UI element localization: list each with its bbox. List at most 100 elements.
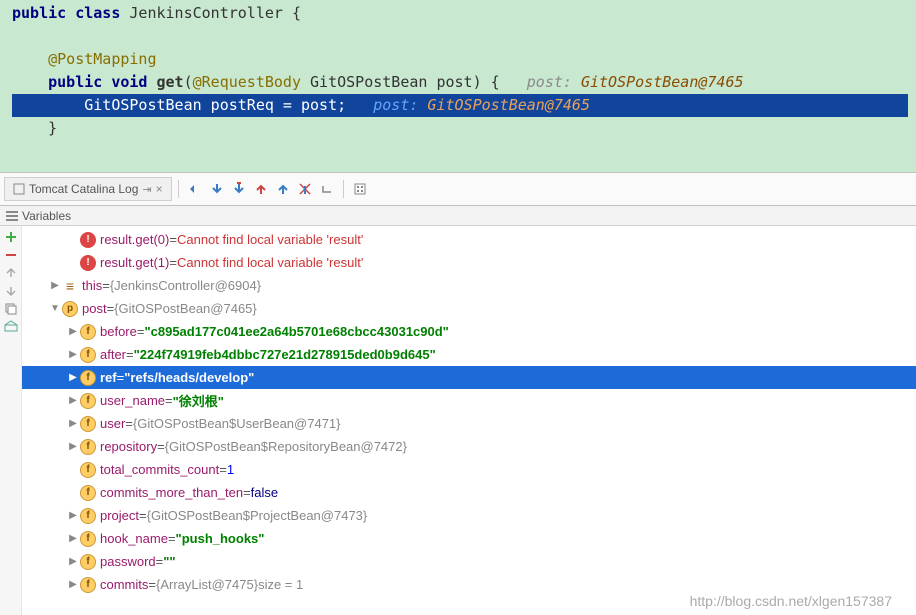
inspect-icon[interactable] xyxy=(4,320,18,334)
expand-arrow[interactable]: ▶ xyxy=(66,533,80,544)
move-up-icon[interactable] xyxy=(4,266,18,280)
variable-value: "徐刘根" xyxy=(173,391,224,410)
expand-arrow[interactable]: ▶ xyxy=(66,418,80,429)
variables-body: !result.get(0) = Cannot find local varia… xyxy=(0,226,916,615)
tomcat-icon xyxy=(13,183,25,195)
variable-value: {GitOSPostBean$RepositoryBean@7472} xyxy=(165,439,407,454)
remove-watch-icon[interactable] xyxy=(4,248,18,262)
variable-value: "224f74919feb4dbbc727e21d278915ded0b9d64… xyxy=(134,347,436,362)
variable-value: 1 xyxy=(227,462,234,477)
variable-row[interactable]: ftotal_commits_count = 1 xyxy=(22,458,916,481)
variables-tree[interactable]: !result.get(0) = Cannot find local varia… xyxy=(22,226,916,615)
p-badge-icon: p xyxy=(62,301,78,317)
expand-arrow[interactable]: ▶ xyxy=(66,395,80,406)
run-to-cursor-button[interactable] xyxy=(273,179,293,199)
variable-name: hook_name xyxy=(100,531,168,546)
step-into-button[interactable] xyxy=(207,179,227,199)
variable-name: after xyxy=(100,347,126,362)
code-line[interactable]: GitOSPostBean postReq = post; post: GitO… xyxy=(12,94,908,117)
f-badge-icon: f xyxy=(80,393,96,409)
f-badge-icon: f xyxy=(80,508,96,524)
f-badge-icon: f xyxy=(80,531,96,547)
err-badge-icon: ! xyxy=(80,255,96,271)
f-badge-icon: f xyxy=(80,577,96,593)
variable-row[interactable]: fcommits_more_than_ten = false xyxy=(22,481,916,504)
f-badge-icon: f xyxy=(80,485,96,501)
variable-value: "c895ad177c041ee2a64b5701e68cbcc43031c90… xyxy=(144,324,448,339)
pin-icon[interactable]: ⇥ xyxy=(142,183,151,196)
settings-button[interactable] xyxy=(350,179,370,199)
variable-value: Cannot find local variable 'result' xyxy=(177,232,363,247)
variable-row[interactable]: ▶frepository = {GitOSPostBean$Repository… xyxy=(22,435,916,458)
variable-row[interactable]: ▼ppost = {GitOSPostBean@7465} xyxy=(22,297,916,320)
variable-value: Cannot find local variable 'result' xyxy=(177,255,363,270)
variable-name: ref xyxy=(100,370,117,385)
variable-value: "push_hooks" xyxy=(176,531,265,546)
variable-value: {JenkinsController@6904} xyxy=(110,278,261,293)
variable-value: {GitOSPostBean$ProjectBean@7473} xyxy=(147,508,368,523)
variable-name: result.get(0) xyxy=(100,232,169,247)
toolbar-separator xyxy=(178,180,179,198)
variable-name: commits_more_than_ten xyxy=(100,485,243,500)
variable-row[interactable]: ▶fuser_name = "徐刘根" xyxy=(22,389,916,412)
variable-row[interactable]: ▶fbefore = "c895ad177c041ee2a64b5701e68c… xyxy=(22,320,916,343)
code-line[interactable]: @PostMapping xyxy=(12,48,908,71)
force-step-into-button[interactable] xyxy=(229,179,249,199)
expand-arrow[interactable]: ▼ xyxy=(48,303,62,314)
variable-row[interactable]: ▶fuser = {GitOSPostBean$UserBean@7471} xyxy=(22,412,916,435)
close-icon[interactable]: × xyxy=(156,182,163,196)
code-line[interactable]: public class JenkinsController { xyxy=(12,2,908,25)
variable-value: {GitOSPostBean@7465} xyxy=(114,301,257,316)
variable-row[interactable]: ▶fproject = {GitOSPostBean$ProjectBean@7… xyxy=(22,504,916,527)
variable-name: before xyxy=(100,324,137,339)
list-icon xyxy=(6,211,18,221)
f-badge-icon: f xyxy=(80,347,96,363)
code-line[interactable]: public void get(@RequestBody GitOSPostBe… xyxy=(12,71,908,94)
variable-name: commits xyxy=(100,577,148,592)
variable-row[interactable]: ▶fcommits = {ArrayList@7475} size = 1 xyxy=(22,573,916,596)
variable-name: project xyxy=(100,508,139,523)
expand-arrow[interactable]: ▶ xyxy=(66,372,80,383)
variable-row[interactable]: ▶fref = "refs/heads/develop" xyxy=(22,366,916,389)
f-badge-icon: f xyxy=(80,324,96,340)
f-badge-icon: f xyxy=(80,554,96,570)
variable-value: "refs/heads/develop" xyxy=(124,370,254,385)
variable-row[interactable]: ▶≡this = {JenkinsController@6904} xyxy=(22,274,916,297)
variable-name: this xyxy=(82,278,102,293)
f-badge-icon: f xyxy=(80,439,96,455)
log-tab[interactable]: Tomcat Catalina Log ⇥ × xyxy=(4,177,172,201)
variable-value: false xyxy=(251,485,278,500)
debug-toolbar: Tomcat Catalina Log ⇥ × xyxy=(0,172,916,206)
add-watch-icon[interactable] xyxy=(4,230,18,244)
variable-row[interactable]: ▶fhook_name = "push_hooks" xyxy=(22,527,916,550)
move-down-icon[interactable] xyxy=(4,284,18,298)
copy-icon[interactable] xyxy=(4,302,18,316)
expand-arrow[interactable]: ▶ xyxy=(66,349,80,360)
code-editor[interactable]: public class JenkinsController { @PostMa… xyxy=(0,0,916,172)
expand-arrow[interactable]: ▶ xyxy=(66,556,80,567)
variable-row[interactable]: ▶fpassword = "" xyxy=(22,550,916,573)
lines-badge-icon: ≡ xyxy=(62,278,78,294)
variable-row[interactable]: !result.get(0) = Cannot find local varia… xyxy=(22,228,916,251)
code-line[interactable]: } xyxy=(12,117,908,140)
f-badge-icon: f xyxy=(80,462,96,478)
expand-arrow[interactable]: ▶ xyxy=(66,441,80,452)
variable-row[interactable]: ▶fafter = "224f74919feb4dbbc727e21d27891… xyxy=(22,343,916,366)
variable-row[interactable]: !result.get(1) = Cannot find local varia… xyxy=(22,251,916,274)
evaluate-button[interactable] xyxy=(317,179,337,199)
code-line[interactable] xyxy=(12,25,908,48)
toolbar-separator xyxy=(343,180,344,198)
variable-name: total_commits_count xyxy=(100,462,219,477)
variable-name: user_name xyxy=(100,393,165,408)
expand-arrow[interactable]: ▶ xyxy=(66,326,80,337)
f-badge-icon: f xyxy=(80,370,96,386)
step-out-button[interactable] xyxy=(251,179,271,199)
expand-arrow[interactable]: ▶ xyxy=(66,579,80,590)
variable-value: {GitOSPostBean$UserBean@7471} xyxy=(133,416,341,431)
variables-gutter xyxy=(0,226,22,615)
step-over-button[interactable] xyxy=(185,179,205,199)
expand-arrow[interactable]: ▶ xyxy=(48,280,62,291)
drop-frame-button[interactable] xyxy=(295,179,315,199)
variable-name: user xyxy=(100,416,125,431)
expand-arrow[interactable]: ▶ xyxy=(66,510,80,521)
